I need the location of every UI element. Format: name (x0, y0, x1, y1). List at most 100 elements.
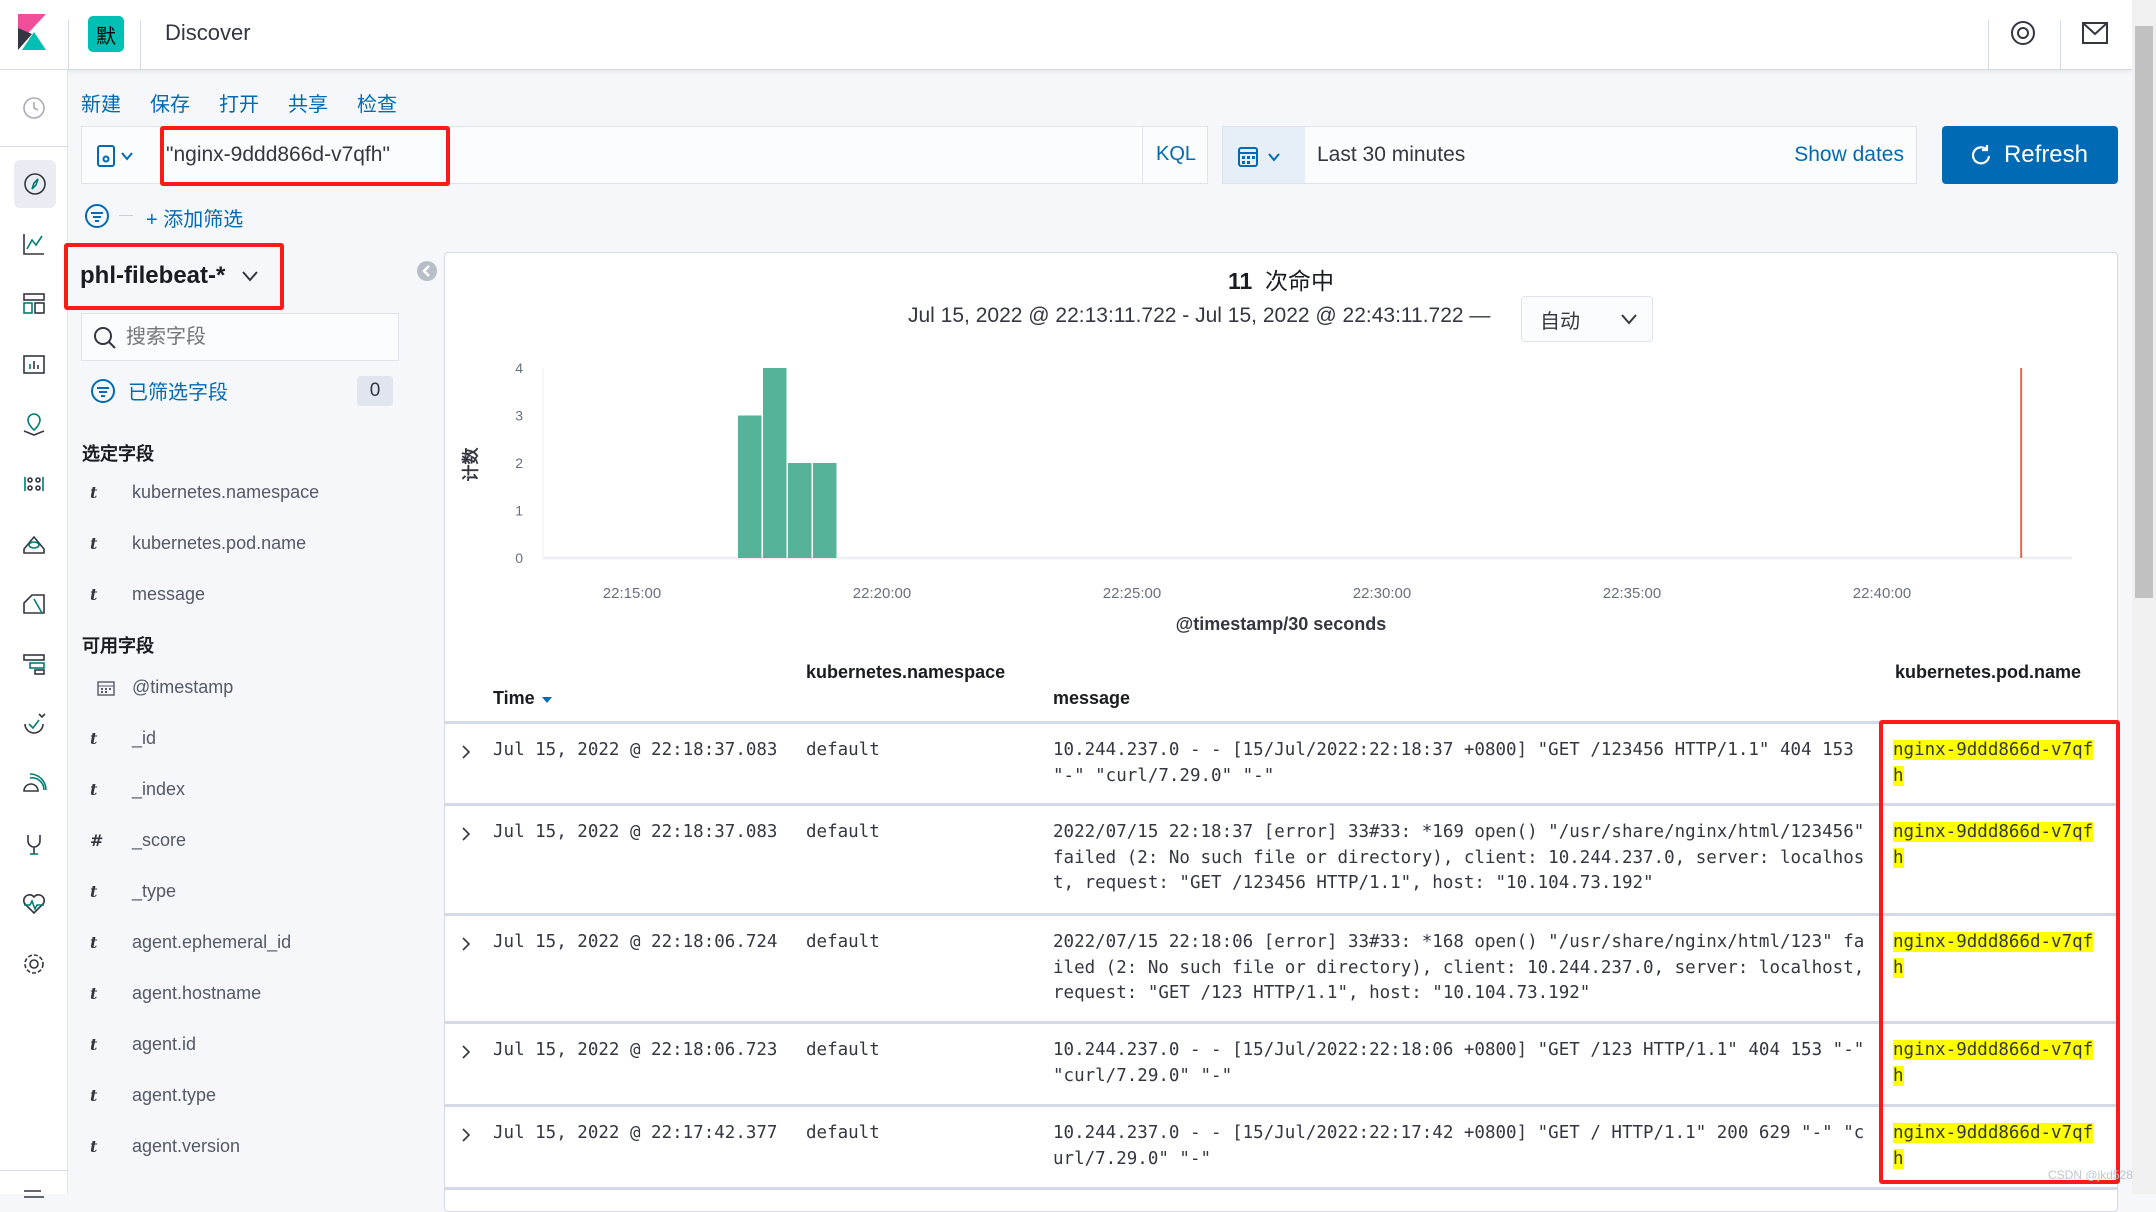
hits-count: 11 次命中 (444, 262, 2118, 296)
histogram-bar (788, 463, 812, 558)
lifebuoy-icon[interactable] (2010, 20, 2036, 46)
field-item[interactable]: t agent.ephemeral_id (90, 932, 291, 953)
expand-row-icon[interactable] (460, 826, 472, 842)
management-gear-icon[interactable] (18, 948, 50, 980)
apm-icon[interactable] (18, 648, 50, 680)
table-row[interactable]: Jul 15, 2022 @ 22:18:06.723 default 10.244… (444, 1024, 2118, 1107)
highlighted-match: nginx-9ddd866d-v7qfh (1893, 1040, 2094, 1086)
index-pattern-selector[interactable]: phl-filebeat-* (80, 262, 259, 290)
uptime-icon[interactable] (18, 708, 50, 740)
row-time: Jul 15, 2022 @ 22:18:37.083 (493, 822, 778, 842)
field-item[interactable]: t _index (90, 779, 185, 800)
field-item[interactable]: t agent.type (90, 1085, 216, 1106)
filter-icon (91, 378, 115, 403)
y-tick-label: 4 (515, 360, 523, 376)
dev-tools-wrench-icon[interactable] (18, 828, 50, 860)
filter-options-icon[interactable] (84, 203, 110, 229)
field-item[interactable]: # _score (90, 830, 186, 851)
table-row[interactable]: Jul 15, 2022 @ 22:18:37.083 default 10.244… (444, 724, 2118, 806)
column-header-message[interactable]: message (1053, 688, 1130, 709)
canvas-icon[interactable] (18, 348, 50, 380)
field-item[interactable]: @timestamp (90, 677, 233, 698)
table-row[interactable]: Jul 15, 2022 @ 22:18:06.724 default 2022/0… (444, 916, 2118, 1024)
field-name: _type (132, 881, 177, 901)
add-filter-button[interactable]: + 添加筛选 (146, 203, 243, 232)
time-header-label: Time (493, 688, 535, 708)
menu-save[interactable]: 保存 (150, 88, 190, 117)
y-tick-label: 0 (515, 550, 523, 566)
nav-sidebar (0, 70, 68, 1198)
monitoring-heartbeat-icon[interactable] (18, 888, 50, 920)
ml-icon[interactable] (18, 468, 50, 500)
show-dates-link[interactable]: Show dates (1794, 143, 1904, 167)
mail-icon[interactable] (2082, 22, 2108, 44)
expand-row-icon[interactable] (460, 1044, 472, 1060)
menu-new[interactable]: 新建 (81, 88, 121, 117)
column-header-pod-name[interactable]: kubernetes.pod.name (1895, 662, 2081, 683)
field-item[interactable]: t agent.version (90, 1136, 240, 1157)
expand-row-icon[interactable] (460, 936, 472, 952)
filtered-fields-toggle[interactable]: 已筛选字段 (90, 376, 228, 405)
filtered-count-badge: 0 (357, 376, 393, 406)
collapse-sidebar-icon[interactable] (416, 260, 438, 282)
expand-row-icon[interactable] (460, 1127, 472, 1143)
field-item[interactable]: t _id (90, 728, 156, 749)
field-item[interactable]: t message (90, 584, 205, 605)
string-type-icon: t (90, 729, 98, 748)
field-item[interactable]: t kubernetes.pod.name (90, 533, 306, 554)
row-namespace: default (806, 1040, 880, 1060)
field-item[interactable]: t kubernetes.namespace (90, 482, 319, 503)
available-fields-title: 可用字段 (82, 636, 154, 656)
field-item[interactable]: t agent.id (90, 1034, 196, 1055)
time-range-text[interactable]: Last 30 minutes (1317, 143, 1465, 167)
table-row[interactable]: Jul 15, 2022 @ 22:17:42.377 default 10.244… (444, 1107, 2118, 1190)
sort-down-icon[interactable] (541, 694, 553, 704)
y-tick-label: 3 (515, 408, 523, 424)
table-row[interactable]: Jul 15, 2022 @ 22:18:37.083 default 2022/0… (444, 806, 2118, 916)
page-scrollbar[interactable] (2132, 0, 2156, 1194)
field-search[interactable] (81, 313, 399, 361)
field-search-input[interactable] (126, 320, 386, 354)
row-message: 10.244.237.0 - - [15/Jul/2022:22:18:37 +… (1053, 740, 1865, 786)
column-header-namespace[interactable]: kubernetes.namespace (806, 662, 1005, 683)
maps-icon[interactable] (18, 408, 50, 440)
logs-icon[interactable] (18, 588, 50, 620)
row-message: 10.244.237.0 - - [15/Jul/2022:22:17:42 +… (1053, 1123, 1865, 1169)
menu-share[interactable]: 共享 (288, 88, 328, 117)
collapse-nav-icon[interactable] (18, 1180, 50, 1212)
siem-icon[interactable] (18, 768, 50, 800)
dashboard-icon[interactable] (18, 288, 50, 320)
quick-menu-button[interactable] (1223, 127, 1305, 183)
menu-inspect[interactable]: 检查 (357, 88, 397, 117)
metrics-icon[interactable] (18, 528, 50, 560)
chevron-down-icon (1621, 314, 1637, 325)
row-pod-name: nginx-9ddd866d-v7qfh (1893, 930, 2103, 981)
index-pattern-name: phl-filebeat-* (80, 262, 226, 289)
space-avatar[interactable]: 默 (88, 16, 124, 52)
field-item[interactable]: t agent.hostname (90, 983, 261, 1004)
query-language-button[interactable]: KQL (1156, 143, 1196, 166)
x-tick-label: 22:25:00 (1103, 585, 1161, 602)
menu-open[interactable]: 打开 (219, 88, 259, 117)
scrollbar-thumb[interactable] (2135, 26, 2153, 598)
discover-compass-icon[interactable] (14, 160, 56, 208)
string-type-icon: t (90, 534, 98, 553)
recent-clock-icon[interactable] (18, 92, 50, 124)
refresh-button[interactable]: Refresh (1942, 126, 2118, 184)
chevron-down-icon (242, 271, 259, 282)
visualize-icon[interactable] (18, 228, 50, 260)
row-pod-name: nginx-9ddd866d-v7qfh (1893, 820, 2103, 871)
saved-query-icon[interactable] (96, 145, 136, 167)
calendar-icon (97, 680, 115, 696)
kibana-logo-icon[interactable] (18, 14, 46, 50)
query-input[interactable] (166, 135, 446, 175)
histogram-bar (763, 368, 787, 558)
refresh-icon (1971, 145, 1991, 165)
field-item[interactable]: t _type (90, 881, 176, 902)
interval-select[interactable]: 自动 (1521, 296, 1653, 342)
expand-row-icon[interactable] (460, 744, 472, 760)
column-header-time[interactable]: Time (493, 688, 553, 709)
calendar-icon (1238, 147, 1280, 167)
highlighted-match: nginx-9ddd866d-v7qfh (1893, 822, 2094, 868)
watermark: CSDN @jkd528 (2048, 1168, 2133, 1182)
